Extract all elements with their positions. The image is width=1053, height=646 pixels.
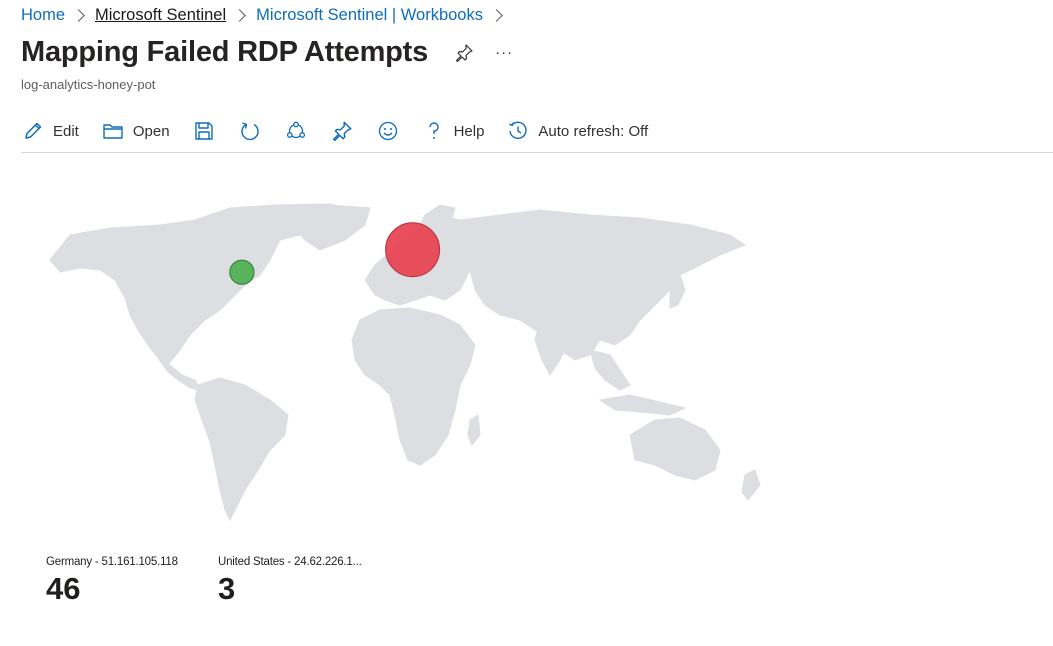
auto-refresh-label: Auto refresh: Off	[538, 122, 649, 140]
toolbar: Edit Open Help Auto refresh: Off	[21, 116, 670, 146]
australia	[629, 417, 721, 481]
madagascar	[467, 414, 481, 446]
pin-icon	[330, 119, 354, 143]
tile-germany[interactable]: Germany - 51.161.105.118 46	[46, 556, 218, 607]
africa	[351, 307, 476, 466]
world-map[interactable]	[30, 180, 770, 540]
auto-refresh-button[interactable]: Auto refresh: Off	[506, 116, 648, 146]
breadcrumb-sentinel-workbooks[interactable]: Microsoft Sentinel | Workbooks	[256, 4, 483, 26]
save-button[interactable]	[192, 116, 216, 146]
chevron-right-icon	[233, 8, 247, 22]
legend-tiles: Germany - 51.161.105.118 46 United State…	[46, 556, 390, 607]
pin-title-button[interactable]	[450, 39, 478, 67]
title-row: Mapping Failed RDP Attempts ···	[21, 36, 518, 69]
share-button[interactable]	[284, 116, 308, 146]
save-icon	[192, 119, 216, 143]
breadcrumb-home[interactable]: Home	[21, 4, 65, 26]
page-title: Mapping Failed RDP Attempts	[21, 36, 429, 68]
workbook-page: Home Microsoft Sentinel Microsoft Sentin…	[0, 0, 1053, 646]
indonesia	[598, 394, 687, 416]
central-america	[157, 357, 201, 391]
new-zealand	[741, 469, 761, 501]
more-options-button[interactable]: ···	[490, 39, 518, 67]
greenland	[289, 204, 371, 251]
open-button[interactable]: Open	[101, 116, 170, 146]
edit-label: Edit	[53, 122, 79, 140]
page-subtitle: log-analytics-honey-pot	[21, 77, 156, 92]
tile-label: Germany - 51.161.105.118	[46, 556, 178, 568]
open-folder-icon	[101, 119, 125, 143]
pin-button[interactable]	[330, 116, 354, 146]
asia	[459, 209, 747, 361]
tile-value: 3	[218, 571, 236, 606]
map-point-united-states[interactable]	[229, 259, 255, 285]
help-label: Help	[453, 122, 485, 140]
edit-icon	[21, 119, 45, 143]
south-america	[194, 377, 289, 522]
feedback-button[interactable]	[376, 116, 400, 146]
tile-united-states[interactable]: United States - 24.62.226.1... 3	[218, 556, 390, 607]
help-button[interactable]: Help	[422, 116, 485, 146]
feedback-smiley-icon	[376, 119, 400, 143]
southeast-asia	[589, 349, 631, 391]
help-icon	[422, 119, 446, 143]
refresh-button[interactable]	[238, 116, 262, 146]
chevron-right-icon	[72, 8, 85, 22]
breadcrumb: Home Microsoft Sentinel Microsoft Sentin…	[21, 4, 513, 26]
map-point-germany[interactable]	[385, 222, 441, 278]
toolbar-divider	[21, 152, 1053, 153]
tile-value: 46	[46, 571, 81, 606]
edit-button[interactable]: Edit	[21, 116, 79, 146]
open-label: Open	[132, 122, 170, 140]
chevron-right-icon	[490, 8, 503, 22]
tile-label: United States - 24.62.226.1...	[218, 556, 362, 568]
breadcrumb-microsoft-sentinel[interactable]: Microsoft Sentinel	[95, 4, 226, 26]
pin-icon	[455, 43, 473, 62]
auto-refresh-icon	[506, 119, 530, 143]
refresh-icon	[238, 119, 262, 143]
share-icon	[284, 119, 308, 143]
